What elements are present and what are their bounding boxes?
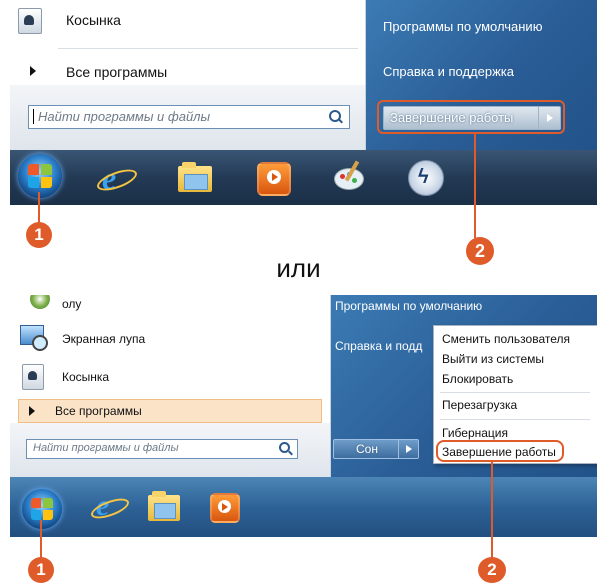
shutdown-submenu: Сменить пользователя Выйти из системы Бл… <box>433 325 597 464</box>
paint-icon[interactable] <box>332 160 364 192</box>
start-item-solitaire[interactable]: Косынка <box>16 4 356 36</box>
search-icon[interactable] <box>279 442 290 453</box>
start-menu-screenshot-bottom: олу Экранная лупа Косынка Все программы … <box>10 295 597 537</box>
taskbar: e <box>10 477 597 537</box>
windows-orb-icon[interactable] <box>22 489 62 529</box>
callout-number: 1 <box>36 560 46 579</box>
taskbar: e ϟ <box>10 150 597 205</box>
callout-line-shutdown <box>491 460 493 558</box>
search-input[interactable]: Найти программы и файлы <box>26 439 298 459</box>
all-programs-item[interactable]: Все программы <box>18 399 322 423</box>
divider <box>440 419 590 420</box>
internet-explorer-icon[interactable]: e <box>94 160 140 195</box>
all-programs-item[interactable]: Все программы <box>16 58 356 84</box>
submenu-logoff[interactable]: Выйти из системы <box>442 352 544 366</box>
search-area: Найти программы и файлы <box>10 423 330 477</box>
callout-start: 1 <box>28 557 54 583</box>
default-programs-link[interactable]: Программы по умолчанию <box>383 19 542 34</box>
all-programs-label: Все программы <box>66 64 168 80</box>
shutdown-highlight <box>436 440 564 462</box>
search-placeholder: Найти программы и файлы <box>33 442 179 454</box>
callout-line-start <box>40 520 42 562</box>
submenu-lock[interactable]: Блокировать <box>442 372 513 386</box>
start-item-label: олу <box>62 297 82 311</box>
sleep-button[interactable]: Сон <box>333 439 419 459</box>
text-cursor <box>33 109 34 124</box>
shutdown-options-button[interactable] <box>398 440 418 458</box>
start-item-magnifier[interactable]: Экранная лупа <box>16 323 316 355</box>
callout-number: 2 <box>487 560 497 579</box>
start-item-label: Экранная лупа <box>62 332 146 346</box>
start-item-label: Косынка <box>62 370 110 384</box>
arrow-right-icon <box>29 406 35 416</box>
callout-start: 1 <box>26 222 52 248</box>
callout-shutdown: 2 <box>478 557 506 583</box>
sleep-label: Сон <box>356 442 378 456</box>
divider <box>440 392 590 393</box>
shutdown-highlight <box>377 100 565 134</box>
help-support-link[interactable]: Справка и подд <box>335 339 422 353</box>
search-placeholder: Найти программы и файлы <box>38 109 211 124</box>
start-menu-left-pane: олу Экранная лупа Косынка Все программы … <box>10 295 331 477</box>
callout-number: 1 <box>34 225 44 244</box>
submenu-switch-user[interactable]: Сменить пользователя <box>442 332 570 346</box>
callout-line-start <box>38 192 40 224</box>
internet-explorer-icon[interactable]: e <box>88 491 132 523</box>
submenu-hibernate[interactable]: Гибернация <box>442 426 508 440</box>
media-player-icon[interactable] <box>257 162 291 196</box>
windows-orb-icon[interactable] <box>18 154 62 198</box>
default-programs-link[interactable]: Программы по умолчанию <box>335 299 482 313</box>
ease-of-access-icon <box>30 295 50 309</box>
search-icon[interactable] <box>329 110 341 122</box>
arrow-right-icon <box>30 66 36 76</box>
start-menu-screenshot-top: Косынка Все программы Найти программы и … <box>10 0 597 205</box>
start-item-partial[interactable]: олу <box>16 295 316 315</box>
start-item-solitaire[interactable]: Косынка <box>16 361 316 393</box>
search-area: Найти программы и файлы <box>10 85 365 150</box>
arrow-right-icon <box>406 445 412 453</box>
power-app-icon[interactable]: ϟ <box>408 160 444 196</box>
help-support-link[interactable]: Справка и поддержка <box>383 64 514 79</box>
all-programs-label: Все программы <box>55 404 142 418</box>
divider <box>58 48 358 49</box>
media-player-icon[interactable] <box>210 493 240 523</box>
start-menu-right-pane: Программы по умолчанию Справка и поддерж… <box>366 0 597 150</box>
search-input[interactable]: Найти программы и файлы <box>28 105 350 129</box>
solitaire-icon <box>18 8 42 34</box>
callout-line-shutdown <box>474 134 476 238</box>
magnifier-icon <box>20 325 48 351</box>
start-menu-left-pane: Косынка Все программы Найти программы и … <box>10 0 366 150</box>
start-item-label: Косынка <box>66 12 121 28</box>
explorer-folder-icon[interactable] <box>148 491 180 521</box>
submenu-restart[interactable]: Перезагрузка <box>442 398 517 412</box>
explorer-folder-icon[interactable] <box>178 162 212 192</box>
connector-text: или <box>276 253 321 283</box>
solitaire-icon <box>22 364 44 390</box>
